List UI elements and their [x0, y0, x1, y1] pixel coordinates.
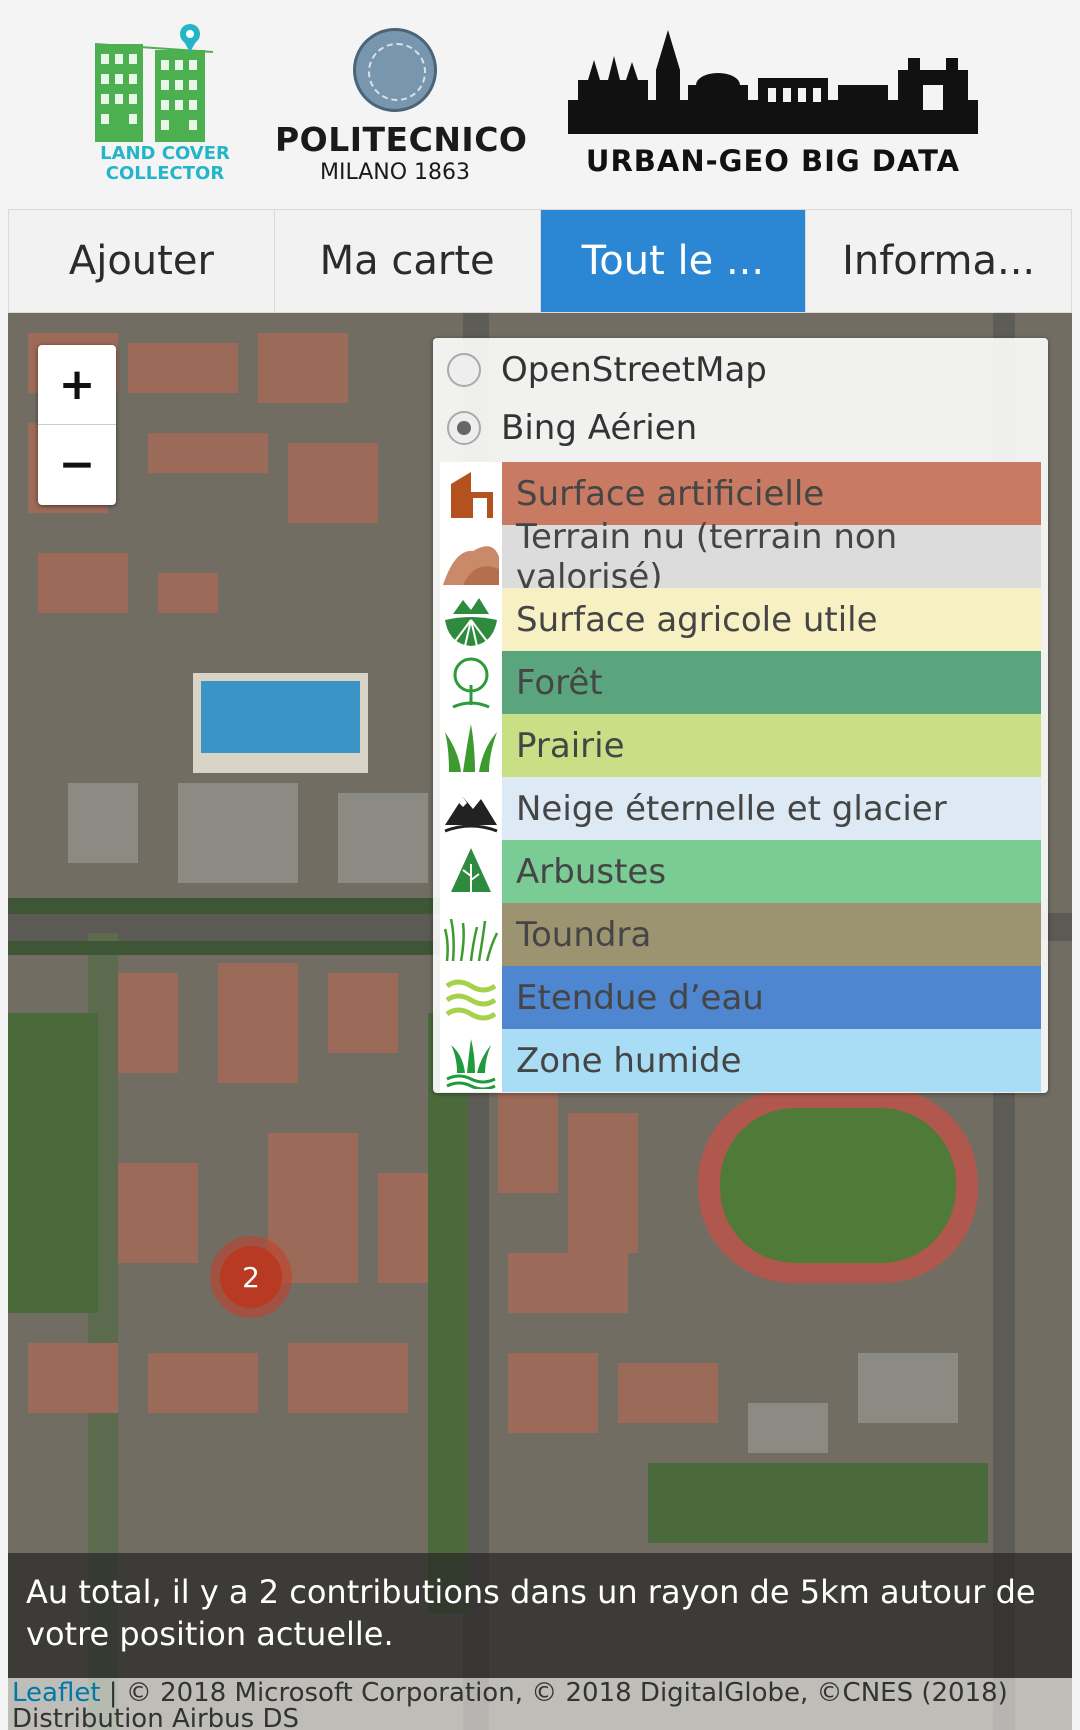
legend-item-zone-humide[interactable]: Zone humide: [440, 1029, 1041, 1092]
layers-control: OpenStreetMap Bing Aérien Surface artifi…: [433, 338, 1048, 1093]
attribution-text: | © 2018 Microsoft Corporation, © 2018 D…: [12, 1678, 1008, 1730]
building-icon: [440, 462, 502, 525]
ugbd-logo-text: URBAN-GEO BIG DATA: [585, 144, 961, 178]
bing-aerien-label: Bing Aérien: [501, 407, 698, 448]
marker-cluster[interactable]: 2: [210, 1236, 292, 1318]
legend-item-neige[interactable]: Neige éternelle et glacier: [440, 777, 1041, 840]
legend-item-prairie[interactable]: Prairie: [440, 714, 1041, 777]
zoom-control: + −: [38, 345, 116, 505]
info-banner: Au total, il y a 2 contributions dans un…: [8, 1553, 1072, 1678]
skyline-graphic: [568, 30, 978, 134]
lcc-buildings-graphic: [94, 24, 214, 142]
cluster-count: 2: [220, 1246, 282, 1308]
mountain-icon: [440, 777, 502, 840]
tab-ma-carte[interactable]: Ma carte: [275, 210, 541, 312]
tab-informations[interactable]: Informa...: [806, 210, 1071, 312]
field-icon: [440, 588, 502, 651]
zoom-out-button[interactable]: −: [38, 425, 116, 504]
politecnico-subtitle: MILANO 1863: [319, 160, 471, 185]
bare-hill-icon: [440, 525, 502, 588]
water-icon: [440, 966, 502, 1029]
legend-label: Surface agricole utile: [502, 588, 1041, 651]
base-layer-bing-aerien[interactable]: Bing Aérien: [433, 400, 1048, 455]
tree-icon: [440, 651, 502, 714]
legend-label: Neige éternelle et glacier: [502, 777, 1041, 840]
urban-geo-big-data-logo: URBAN-GEO BIG DATA: [568, 30, 978, 180]
zoom-in-button[interactable]: +: [38, 345, 116, 425]
grass-icon: [440, 714, 502, 777]
legend-label: Arbustes: [502, 840, 1041, 903]
lcc-logo-line1: LAND COVER: [100, 143, 230, 164]
base-layer-openstreetmap[interactable]: OpenStreetMap: [433, 342, 1048, 397]
legend-item-toundra[interactable]: Toundra: [440, 903, 1041, 966]
legend-item-etendue-eau[interactable]: Etendue d’eau: [440, 966, 1041, 1029]
tab-tout-le[interactable]: Tout le ...: [540, 210, 807, 312]
map-view[interactable]: + − OpenStreetMap Bing Aérien Surface ar…: [8, 313, 1072, 1730]
app-header: LAND COVER COLLECTOR POLITECNICO MILANO …: [0, 0, 1080, 208]
politecnico-seal-icon: [353, 28, 437, 112]
legend-label: Prairie: [502, 714, 1041, 777]
legend-item-foret[interactable]: Forêt: [440, 651, 1041, 714]
legend-label: Zone humide: [502, 1029, 1041, 1092]
legend-label: Forêt: [502, 651, 1041, 714]
land-cover-collector-logo: LAND COVER COLLECTOR: [94, 22, 235, 187]
politecnico-logo: POLITECNICO MILANO 1863: [275, 28, 528, 188]
map-attribution: Leaflet | © 2018 Microsoft Corporation, …: [8, 1678, 1072, 1730]
legend-item-terrain-nu[interactable]: Terrain nu (terrain non valorisé): [440, 517, 1041, 597]
openstreetmap-label: OpenStreetMap: [501, 349, 767, 390]
openstreetmap-radio[interactable]: [447, 352, 481, 387]
legend-label: Terrain nu (terrain non valorisé): [502, 517, 1041, 597]
legend-label: Toundra: [502, 903, 1041, 966]
tundra-icon: [440, 903, 502, 966]
land-cover-legend: Surface artificielle Terrain nu (terrain…: [440, 462, 1041, 1092]
main-tabs: Ajouter Ma carte Tout le ... Informa...: [8, 209, 1072, 313]
lcc-logo-line2: COLLECTOR: [105, 163, 225, 184]
politecnico-name: POLITECNICO: [275, 120, 528, 159]
legend-item-surface-agricole[interactable]: Surface agricole utile: [440, 588, 1041, 651]
legend-label: Etendue d’eau: [502, 966, 1041, 1029]
shrub-icon: [440, 840, 502, 903]
legend-item-arbustes[interactable]: Arbustes: [440, 840, 1041, 903]
tab-ajouter[interactable]: Ajouter: [9, 210, 275, 312]
wetland-icon: [440, 1029, 502, 1092]
bing-aerien-radio[interactable]: [447, 410, 481, 445]
